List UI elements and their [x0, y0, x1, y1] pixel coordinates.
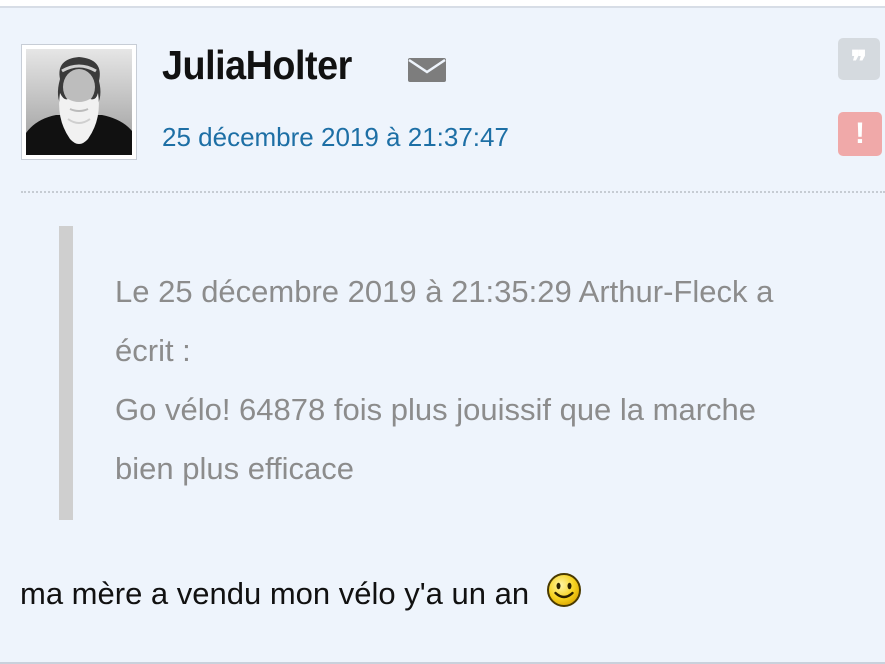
message-text: ma mère a vendu mon vélo y'a un an — [20, 576, 530, 611]
post-date[interactable]: 25 décembre 2019 à 21:37:47 — [162, 122, 509, 153]
header-separator — [21, 191, 885, 193]
quote-icon: ❞ — [850, 45, 868, 80]
quote-button[interactable]: ❞ — [838, 38, 880, 80]
quoted-message: Le 25 décembre 2019 à 21:35:29 Arthur-Fl… — [59, 226, 885, 520]
report-button[interactable]: ! — [838, 112, 882, 156]
quote-header-line: Le 25 décembre 2019 à 21:35:29 Arthur-Fl… — [115, 274, 774, 309]
exclamation-icon: ! — [855, 117, 865, 150]
smiley-icon — [546, 572, 582, 616]
author-name[interactable]: JuliaHolter — [162, 42, 352, 89]
post-message: ma mère a vendu mon vélo y'a un an — [20, 572, 582, 616]
avatar-portrait — [26, 49, 132, 155]
envelope-icon[interactable] — [408, 58, 446, 87]
avatar[interactable] — [21, 44, 137, 160]
forum-post: JuliaHolter 25 décembre 2019 à 21:37:47 … — [0, 6, 885, 664]
quote-body-line: bien plus efficace — [115, 451, 354, 486]
quote-header-line: écrit : — [115, 333, 191, 368]
quote-text: Le 25 décembre 2019 à 21:35:29 Arthur-Fl… — [115, 262, 885, 498]
quote-body-line: Go vélo! 64878 fois plus jouissif que la… — [115, 392, 757, 427]
